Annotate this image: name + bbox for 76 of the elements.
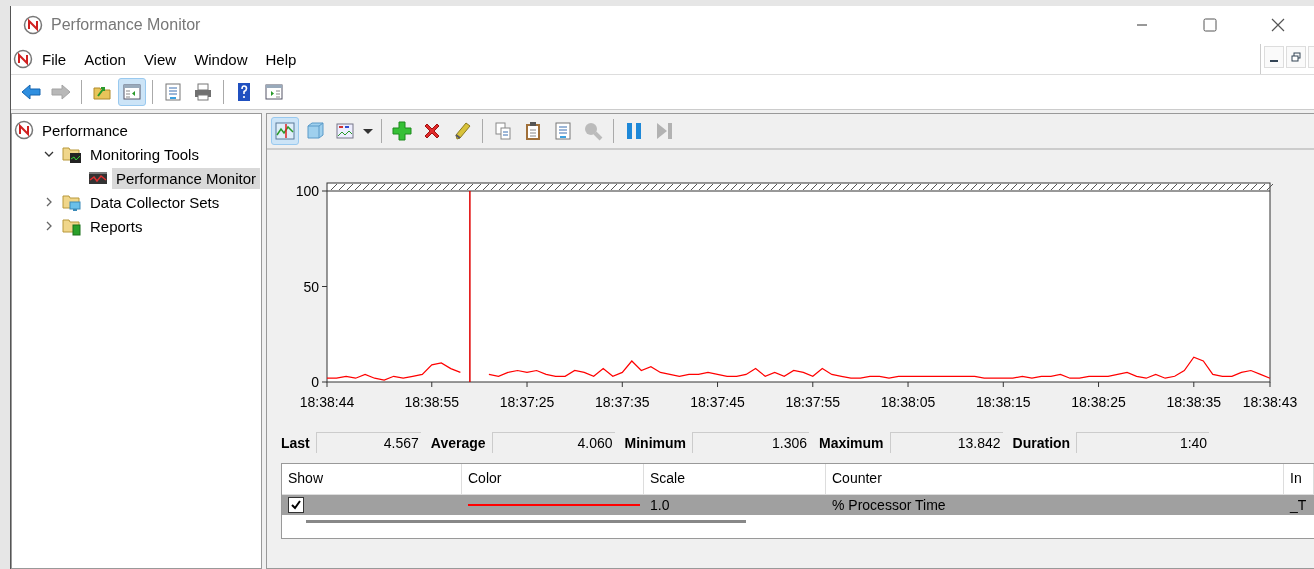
folder-report-icon (62, 216, 82, 236)
chart-type-icon (335, 121, 355, 141)
menu-item[interactable]: Action (75, 46, 135, 72)
caret-icon (363, 128, 373, 134)
stat-label: Maximum (819, 434, 884, 451)
axis-label: 18:38:44 (299, 394, 355, 410)
table-cell-text: % Processor Time (831, 497, 947, 513)
column-header[interactable]: Counter (826, 464, 1284, 494)
stat-label: Duration (1012, 434, 1071, 451)
tree-item[interactable]: Performance Monitor (112, 167, 261, 189)
menu-item[interactable]: View (134, 46, 186, 72)
printer-icon (193, 82, 213, 102)
table-cell-text: 1.0 (649, 497, 671, 513)
axis-label: 18:37:35 (595, 394, 650, 410)
cube-icon (305, 121, 325, 141)
stat-value: 4.567 (315, 432, 421, 453)
stat-value: 1:40 (1076, 432, 1210, 453)
close-icon (1271, 18, 1285, 32)
tree-item[interactable]: Performance (38, 119, 132, 141)
stat-value: 13.842 (889, 432, 1003, 453)
table-cell-text: _T (1288, 497, 1308, 513)
cross-icon (422, 121, 442, 141)
restore-icon (1291, 52, 1301, 62)
column-header[interactable]: Color (462, 464, 644, 494)
axis-label: 18:37:45 (690, 394, 745, 410)
forward-arrow-icon (51, 82, 71, 102)
maximize-icon (1203, 18, 1217, 32)
magnifier-icon (583, 121, 603, 141)
column-header[interactable]: Show (282, 464, 462, 494)
axis-label: 18:37:25 (499, 394, 555, 410)
stat-label: Average (430, 434, 486, 451)
menu-item[interactable]: Window (185, 46, 257, 72)
folder-computer-icon (62, 192, 82, 212)
axis-label: 18:38:25 (1071, 394, 1126, 410)
highlighter-icon (452, 121, 472, 141)
step-forward-icon (654, 121, 674, 141)
restore-button[interactable] (1286, 46, 1306, 68)
column-header[interactable]: In (1284, 464, 1314, 494)
tree-item[interactable]: Data Collector Sets (86, 191, 224, 213)
axis-label: 100 (295, 183, 319, 199)
column-header[interactable]: Scale (644, 464, 826, 494)
menu-item[interactable]: File (33, 46, 76, 72)
show-checkbox[interactable] (288, 497, 304, 513)
back-arrow-icon (21, 82, 41, 102)
properties-icon (553, 121, 573, 141)
line-graph-icon (275, 121, 295, 141)
stat-value: 1.306 (692, 432, 809, 453)
tree-item[interactable]: Reports (86, 215, 147, 237)
axis-label: 18:38:43 (1242, 394, 1298, 410)
gauge-icon (14, 120, 34, 140)
axis-label: 18:38:15 (976, 394, 1031, 410)
minimize-icon (1270, 60, 1278, 62)
axis-label: 18:37:55 (785, 394, 841, 410)
window-title: Performance Monitor (51, 16, 202, 34)
axis-label: 50 (303, 278, 319, 295)
menu-item[interactable]: Help (256, 46, 306, 72)
stat-value: 4.060 (491, 432, 615, 453)
tree-pane-icon (122, 82, 142, 102)
stat-label: Last (281, 434, 310, 451)
copy-icon (493, 121, 513, 141)
scrollbar-thumb[interactable] (306, 520, 746, 523)
plus-icon (392, 121, 412, 141)
folder-chart-icon (62, 144, 82, 164)
properties-icon (163, 82, 183, 102)
axis-label: 0 (311, 374, 319, 390)
axis-label: 18:38:35 (1166, 394, 1222, 410)
action-pane-icon (264, 82, 284, 102)
clipboard-icon (523, 121, 543, 141)
stat-label: Minimum (624, 434, 686, 451)
tree-item[interactable]: Monitoring Tools (86, 143, 203, 165)
counter-row[interactable]: 1.0 % Processor Time _T (282, 495, 1314, 515)
minimize-button[interactable] (1264, 46, 1284, 68)
axis-label: 18:38:05 (880, 394, 936, 410)
gauge-icon (23, 15, 43, 35)
axis-label: 18:38:55 (404, 394, 460, 410)
pause-icon (624, 121, 644, 141)
